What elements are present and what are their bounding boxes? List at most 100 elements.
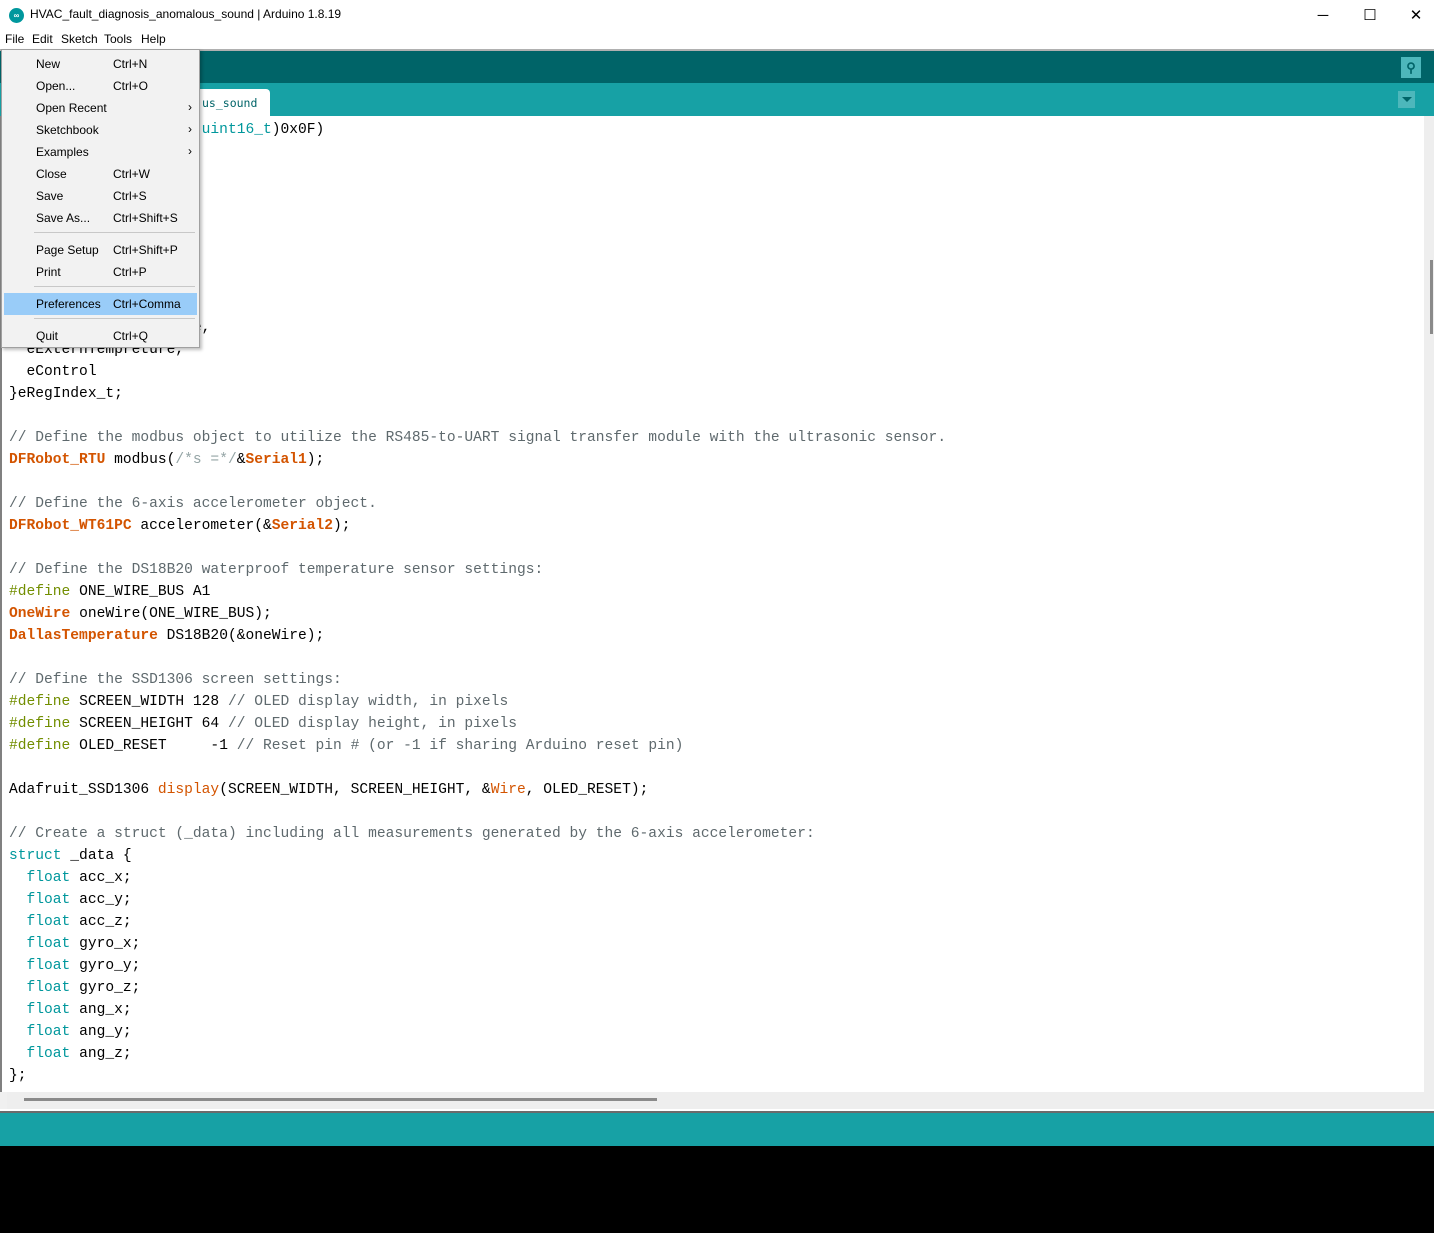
code-line[interactable]: float gyro_z; [9, 977, 946, 999]
menu-separator [34, 286, 195, 287]
tab-menu-button[interactable] [1398, 91, 1415, 108]
menu-item-preferences[interactable]: Preferences Ctrl+Comma [4, 293, 197, 315]
code-token: #define [9, 738, 71, 754]
code-token: eControl [9, 364, 97, 380]
menu-sketch[interactable]: Sketch [61, 32, 98, 46]
code-token: DallasTemperature [9, 628, 158, 644]
code-token: DFRobot_WT61PC [9, 518, 132, 534]
code-line[interactable]: float ang_y; [9, 1021, 946, 1043]
code-line[interactable]: float gyro_y; [9, 955, 946, 977]
maximize-button[interactable]: ☐ [1347, 0, 1393, 30]
menu-item-quit[interactable]: Quit Ctrl+Q [4, 325, 197, 347]
serial-monitor-button[interactable]: ⚲ [1401, 57, 1421, 78]
console-output[interactable] [0, 1146, 1434, 1233]
menu-edit[interactable]: Edit [32, 32, 53, 46]
code-token: ang_y; [70, 1024, 132, 1040]
code-line[interactable]: float ang_x; [9, 999, 946, 1021]
code-token: struct [9, 848, 62, 864]
window-title: HVAC_fault_diagnosis_anomalous_sound | A… [30, 7, 342, 21]
code-line[interactable]: #define ONE_WIRE_BUS A1 [9, 581, 946, 603]
minimize-button[interactable]: ─ [1300, 0, 1346, 30]
status-bar [0, 1113, 1434, 1146]
vertical-scrollbar-thumb[interactable] [1430, 260, 1433, 334]
code-line[interactable]: }eRegIndex_t; [9, 383, 946, 405]
code-token: #define [9, 694, 71, 710]
menu-item-save-as[interactable]: Save As... Ctrl+Shift+S [4, 207, 197, 229]
code-line[interactable]: // Define the DS18B20 waterproof tempera… [9, 559, 946, 581]
code-editor[interactable]: ((uint16_t)0x0F) re, eExternTempreture, … [0, 116, 1424, 1092]
code-token: // OLED display width, in pixels [227, 694, 509, 710]
code-line[interactable]: DallasTemperature DS18B20(&oneWire); [9, 625, 946, 647]
menu-item-sketchbook[interactable]: Sketchbook › [4, 119, 197, 141]
menu-file[interactable]: File [5, 32, 24, 46]
code-line[interactable]: // Define the 6-axis accelerometer objec… [9, 493, 946, 515]
code-token: // Define the 6-axis accelerometer objec… [9, 496, 377, 512]
menu-item-examples[interactable]: Examples › [4, 141, 197, 163]
code-line[interactable]: #define OLED_RESET -1 // Reset pin # (or… [9, 735, 946, 757]
code-line[interactable]: }; [9, 1065, 946, 1087]
code-line[interactable]: struct _data { [9, 845, 946, 867]
code-line[interactable]: #define SCREEN_WIDTH 128 // OLED display… [9, 691, 946, 713]
menu-item-open-recent[interactable]: Open Recent › [4, 97, 197, 119]
code-token: OneWire [9, 606, 71, 622]
chevron-right-icon: › [188, 122, 192, 136]
code-line[interactable]: eControl [9, 361, 946, 383]
close-button[interactable]: ✕ [1393, 0, 1434, 30]
code-line[interactable] [9, 405, 946, 427]
code-token: )0x0F) [271, 122, 325, 138]
code-line[interactable] [9, 471, 946, 493]
code-token: float [26, 958, 71, 974]
code-token: // Define the SSD1306 screen settings: [9, 672, 342, 688]
code-line[interactable]: float ang_z; [9, 1043, 946, 1065]
code-line[interactable]: // Create a struct (_data) including all… [9, 823, 946, 845]
code-line[interactable]: Adafruit_SSD1306 display(SCREEN_WIDTH, S… [9, 779, 946, 801]
menu-item-open[interactable]: Open... Ctrl+O [4, 75, 197, 97]
menu-item-new[interactable]: New Ctrl+N [4, 53, 197, 75]
code-line[interactable]: DFRobot_RTU modbus(/*s =*/&Serial1); [9, 449, 946, 471]
menu-help[interactable]: Help [141, 32, 166, 46]
menu-separator [34, 232, 195, 233]
code-token: // Reset pin # (or -1 if sharing Arduino… [236, 738, 684, 754]
code-line[interactable]: float acc_z; [9, 911, 946, 933]
code-line[interactable]: // Define the SSD1306 screen settings: [9, 669, 946, 691]
code-token: accelerometer(& [131, 518, 272, 534]
menu-item-print[interactable]: Print Ctrl+P [4, 261, 197, 283]
menu-item-save[interactable]: Save Ctrl+S [4, 185, 197, 207]
tab-sketch[interactable]: us_sound [190, 89, 270, 116]
code-line[interactable]: float acc_x; [9, 867, 946, 889]
code-token: Adafruit_SSD1306 [9, 782, 158, 798]
menu-separator [34, 318, 195, 319]
menu-item-close[interactable]: Close Ctrl+W [4, 163, 197, 185]
code-line[interactable] [9, 647, 946, 669]
code-token: float [26, 936, 71, 952]
code-token: float [26, 892, 71, 908]
triangle-down-icon [1401, 97, 1412, 102]
code-line[interactable]: // Define the modbus object to utilize t… [9, 427, 946, 449]
code-token: _data { [61, 848, 132, 864]
code-token: // Define the modbus object to utilize t… [9, 430, 947, 446]
tab-label: us_sound [202, 96, 258, 110]
menu-item-page-setup[interactable]: Page Setup Ctrl+Shift+P [4, 239, 197, 261]
title-bar: ∞ HVAC_fault_diagnosis_anomalous_sound |… [0, 0, 1434, 30]
code-token: modbus( [105, 452, 176, 468]
code-line[interactable]: DFRobot_WT61PC accelerometer(&Serial2); [9, 515, 946, 537]
code-token: ang_z; [70, 1046, 132, 1062]
code-line[interactable]: OneWire oneWire(ONE_WIRE_BUS); [9, 603, 946, 625]
code-line[interactable] [9, 801, 946, 823]
code-line[interactable]: float acc_y; [9, 889, 946, 911]
code-token: float [26, 914, 71, 930]
code-token: (SCREEN_WIDTH, SCREEN_HEIGHT, & [219, 782, 491, 798]
code-line[interactable]: #define SCREEN_HEIGHT 64 // OLED display… [9, 713, 946, 735]
menu-tools[interactable]: Tools [104, 32, 132, 46]
horizontal-scrollbar-thumb[interactable] [24, 1098, 657, 1101]
code-token: Serial1 [245, 452, 307, 468]
code-line[interactable] [9, 757, 946, 779]
code-line[interactable]: float gyro_x; [9, 933, 946, 955]
code-line[interactable] [9, 537, 946, 559]
code-token: gyro_z; [70, 980, 141, 996]
